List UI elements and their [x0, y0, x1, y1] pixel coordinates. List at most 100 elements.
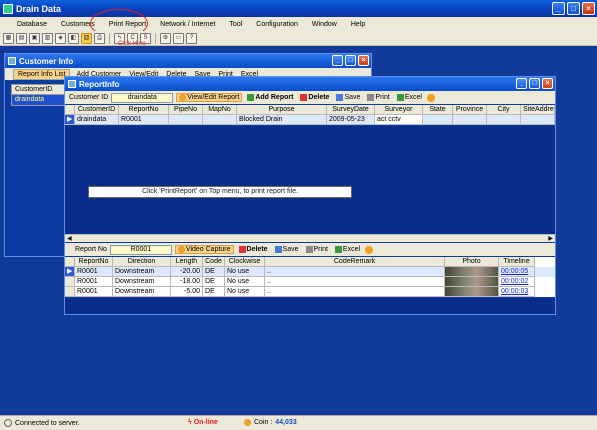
menu-configuration[interactable]: Configuration [249, 21, 305, 28]
report-hscrollbar[interactable]: ◀ ▶ [65, 234, 555, 242]
add-report-button[interactable]: Add Report [245, 94, 295, 101]
detail-grid-header: ReportNo Direction Length Code Clockwise… [65, 257, 555, 267]
app-titlebar: Drain Data _ □ × [0, 0, 597, 17]
col-customerid[interactable]: CustomerID [75, 105, 119, 115]
minimize-button[interactable]: _ [552, 2, 565, 15]
detail-save-label: Save [282, 246, 299, 253]
customer-row[interactable]: draindata [11, 95, 67, 106]
report-grid: CustomerID ReportNo PipeNo MapNo Purpose… [65, 105, 555, 125]
menu-database[interactable]: Database [10, 21, 54, 28]
scroll-left-icon[interactable]: ◀ [67, 235, 72, 242]
table-row[interactable]: R0001 Downstream -18.00 DE No use .. 00:… [65, 277, 555, 287]
report-no-label: Report No [75, 246, 107, 253]
photo-thumbnail[interactable] [445, 287, 499, 297]
menu-network[interactable]: Network / Internet [153, 21, 222, 28]
customer-window-title: Customer Info [19, 56, 74, 66]
col-coderemark[interactable]: CodeRemark [265, 257, 445, 267]
open-icon[interactable]: ▤ [16, 32, 27, 44]
report-maximize-button[interactable]: □ [529, 78, 540, 89]
timeline-link[interactable]: 00:00:05 [499, 267, 535, 277]
cell-code: DE [203, 267, 225, 277]
col-clockwise[interactable]: Clockwise [225, 257, 265, 267]
coin-value: 44,033 [275, 419, 297, 426]
detail-delete-button[interactable]: Delete [237, 246, 270, 253]
col-direction[interactable]: Direction [113, 257, 171, 267]
col-reportno[interactable]: ReportNo [119, 105, 169, 115]
detail-excel-button[interactable]: Excel [333, 246, 362, 253]
report-icon[interactable]: ◧ [68, 32, 79, 44]
report-minimize-button[interactable]: _ [516, 78, 527, 89]
scroll-right-icon[interactable]: ▶ [548, 235, 553, 242]
timeline-link[interactable]: 00:00:03 [499, 287, 535, 297]
col-state[interactable]: State [423, 105, 453, 115]
menu-help[interactable]: Help [344, 21, 372, 28]
view-edit-icon [179, 94, 187, 101]
photo-thumbnail[interactable] [445, 267, 499, 277]
report-close-button[interactable]: × [542, 78, 553, 89]
detail-save-button[interactable]: Save [273, 246, 301, 253]
col-surveydate[interactable]: SurveyDate [327, 105, 375, 115]
menu-tool[interactable]: Tool [222, 21, 249, 28]
timeline-link[interactable]: 00:00:02 [499, 277, 535, 287]
customer-minimize-button[interactable]: _ [332, 55, 343, 66]
col-mapno[interactable]: MapNo [203, 105, 237, 115]
customer-id-label: Customer ID [69, 94, 109, 101]
delete-report-button[interactable]: Delete [298, 94, 331, 101]
col-city[interactable]: City [487, 105, 521, 115]
maximize-button[interactable]: □ [567, 2, 580, 15]
help-icon[interactable]: ? [186, 32, 197, 44]
col-length[interactable]: Length [171, 257, 203, 267]
customer-maximize-button[interactable]: □ [345, 55, 356, 66]
col-photo[interactable]: Photo [445, 257, 499, 267]
customer-grid: CustomerID draindata [11, 84, 67, 106]
save-report-button[interactable]: Save [334, 94, 362, 101]
detail-print-button[interactable]: Print [304, 246, 330, 253]
cell-clockwise: No use [225, 267, 265, 277]
video-capture-label: Video Capture [185, 246, 231, 253]
col-purpose[interactable]: Purpose [237, 105, 327, 115]
cell-reportno: R0001 [75, 277, 113, 287]
video-capture-button[interactable]: Video Capture [174, 245, 234, 254]
printer-icon [367, 94, 375, 101]
excel-report-button[interactable]: Excel [395, 94, 424, 101]
help-icon[interactable] [365, 245, 374, 254]
tab-report-info-list[interactable]: Report Info List [13, 68, 71, 80]
col-code[interactable]: Code [203, 257, 225, 267]
delete-label: Delete [308, 94, 330, 101]
folder-icon[interactable]: ▥ [42, 32, 53, 44]
table-row[interactable]: R0001 Downstream -5.00 DE No use .. 00:0… [65, 287, 555, 297]
add-icon [247, 94, 255, 101]
menu-window[interactable]: Window [305, 21, 344, 28]
print-report-button[interactable]: Print [365, 94, 391, 101]
coin-label: Coin : [254, 419, 273, 426]
report-toolbar: Customer ID draindata View/Edit Report A… [65, 91, 555, 104]
col-province[interactable]: Province [453, 105, 487, 115]
settings-icon[interactable]: ⚙ [160, 32, 171, 44]
photo-thumbnail[interactable] [445, 277, 499, 287]
printer-icon[interactable]: ⎙ [94, 32, 105, 44]
lightning-icon: ϟ [188, 419, 192, 426]
close-button[interactable]: × [582, 2, 595, 15]
cell-city [487, 115, 521, 125]
view-edit-report-button[interactable]: View/Edit Report [176, 93, 243, 102]
col-pipeno[interactable]: PipeNo [169, 105, 203, 115]
connection-icon [4, 419, 12, 427]
col-surveyor[interactable]: Surveyor [375, 105, 423, 115]
database-icon[interactable]: ▦ [3, 32, 14, 44]
print-report-icon[interactable]: ▧ [81, 32, 92, 44]
table-row[interactable]: ▶ R0001 Downstream -20.00 DE No use .. 0… [65, 267, 555, 277]
save-icon[interactable]: ▣ [29, 32, 40, 44]
report-no-field[interactable]: R0001 [109, 244, 172, 255]
customer-close-button[interactable]: × [358, 55, 369, 66]
export-icon[interactable]: ◈ [55, 32, 66, 44]
table-row[interactable]: ▶ draindata R0001 Blocked Drain 2009-05-… [65, 115, 555, 125]
toolbar-separator [155, 32, 156, 44]
window-icon[interactable]: ▭ [173, 32, 184, 44]
row-indicator-header [65, 257, 75, 267]
col-reportno[interactable]: ReportNo [75, 257, 113, 267]
window-icon [8, 57, 16, 65]
help-icon[interactable] [426, 93, 435, 102]
col-siteaddr[interactable]: SiteAddre [521, 105, 555, 115]
customer-id-field[interactable]: draindata [111, 92, 174, 103]
col-timeline[interactable]: Timeline [499, 257, 535, 267]
